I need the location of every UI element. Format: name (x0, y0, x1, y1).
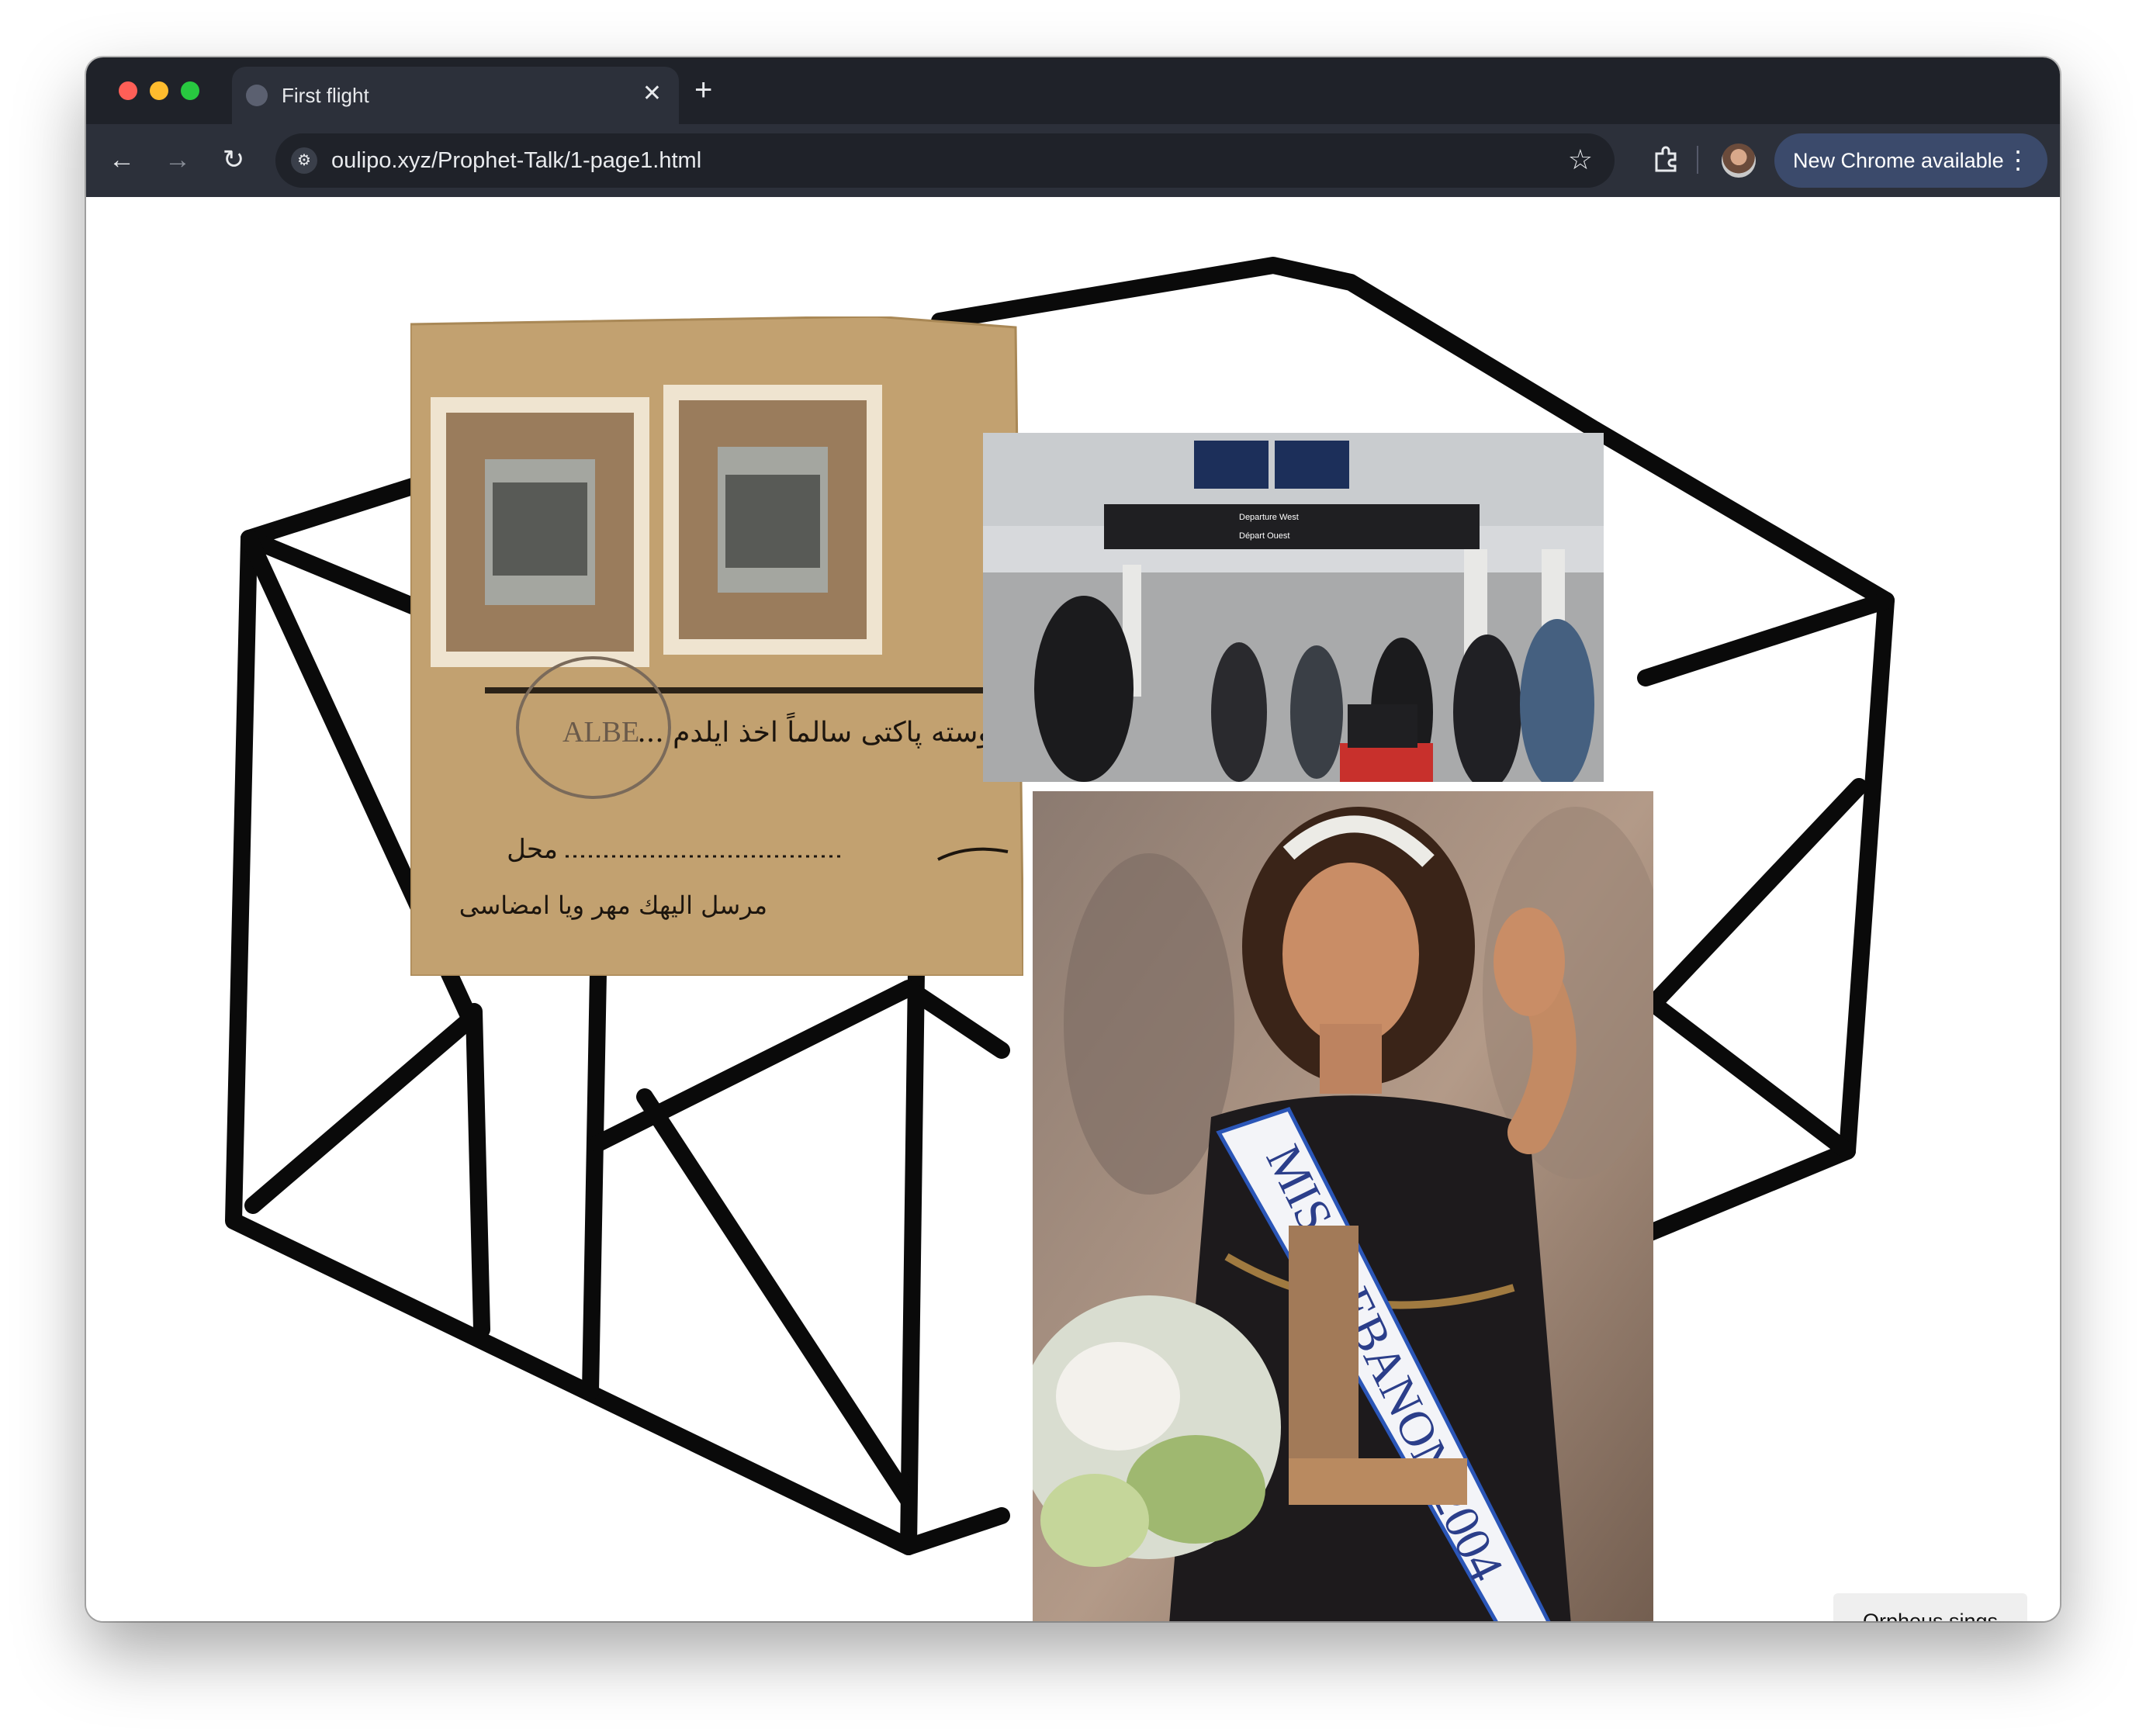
airport-sign-line-1: Departure West (1239, 513, 1299, 522)
postmark-text: ALBE (562, 716, 639, 749)
stamp-arabic-line-2: محل (507, 834, 558, 865)
browser-window: First flight ✕ + ← → ↻ ⚙ oulipo.xyz/Prop… (86, 57, 2060, 1621)
page-content: ALBE ... پوسته پاکتی سالماً اخذ ایلدم مح… (86, 197, 2060, 1621)
minimize-window-button[interactable] (150, 81, 168, 100)
bookmark-star-icon[interactable]: ☆ (1568, 144, 1593, 175)
stamp-arabic-line-3: مرسل الیهك مهر ویا امضاسی (459, 890, 767, 920)
new-tab-button[interactable]: + (694, 73, 712, 107)
forward-button[interactable]: → (159, 141, 196, 178)
site-settings-icon[interactable]: ⚙ (291, 147, 317, 174)
browser-toolbar: ← → ↻ ⚙ oulipo.xyz/Prophet-Talk/1-page1.… (86, 124, 2060, 197)
tab-first-flight[interactable]: First flight ✕ (232, 67, 679, 124)
more-menu-icon[interactable]: ⋮ (2006, 144, 2030, 175)
stamp-arabic-line-1: ... پوسته پاکتی سالماً اخذ ایلدم (637, 712, 1000, 749)
close-window-button[interactable] (119, 81, 137, 100)
new-chrome-available-button[interactable]: New Chrome available ⋮ (1774, 133, 2047, 188)
toolbar-divider (1697, 146, 1698, 174)
url-text[interactable]: oulipo.xyz/Prophet-Talk/1-page1.html (331, 148, 701, 174)
globe-icon (246, 85, 268, 106)
extensions-icon[interactable] (1650, 143, 1681, 174)
address-bar[interactable]: ⚙ oulipo.xyz/Prophet-Talk/1-page1.html ☆ (275, 133, 1615, 188)
reload-button[interactable]: ↻ (215, 141, 252, 178)
orpheus-sings-button[interactable]: Orpheus sings (1833, 1593, 2027, 1621)
profile-avatar[interactable] (1722, 144, 1756, 178)
airport-terminal-image: Departure West Départ Ouest (983, 433, 1604, 782)
back-button[interactable]: ← (103, 141, 140, 178)
miss-lebanon-image: MISS LEBANON 2004 (1033, 791, 1653, 1621)
update-label: New Chrome available (1793, 149, 2004, 172)
tab-strip: First flight ✕ + (86, 57, 2060, 124)
airport-sign-line-2: Départ Ouest (1239, 531, 1289, 541)
zoom-window-button[interactable] (181, 81, 199, 100)
ottoman-stamps-image: ALBE ... پوسته پاکتی سالماً اخذ ایلدم مح… (410, 316, 1023, 976)
tab-title: First flight (282, 84, 369, 107)
close-tab-icon[interactable]: ✕ (642, 81, 662, 107)
